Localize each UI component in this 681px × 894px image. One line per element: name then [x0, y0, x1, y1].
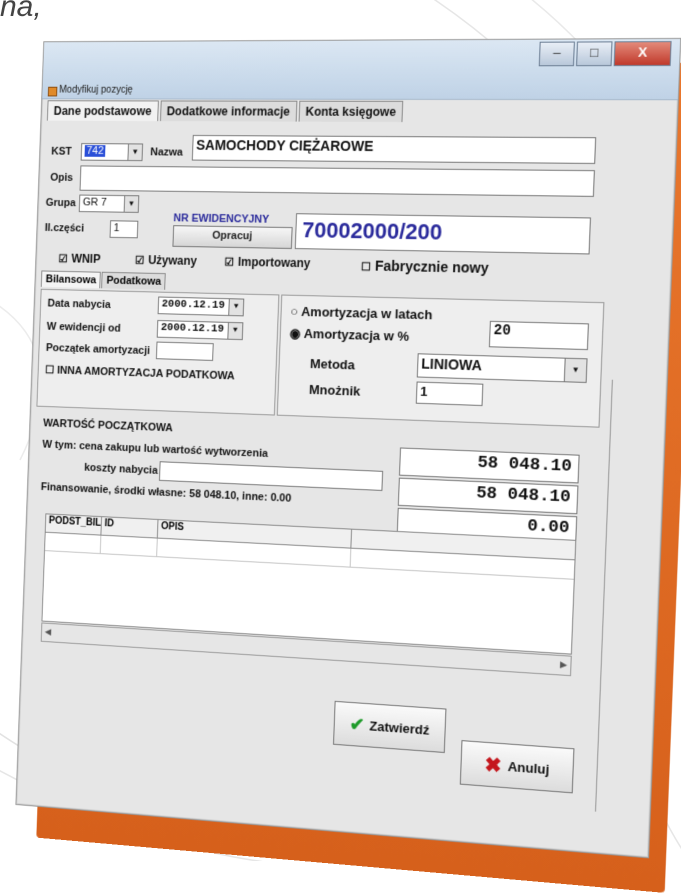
- metoda-value: LINIOWA: [421, 355, 483, 374]
- data-nabycia-value: 2000.12.19: [161, 298, 225, 312]
- wnip-checkbox[interactable]: ☑ WNIP: [58, 251, 101, 266]
- amortyzacja-procent-label: Amortyzacja w %: [303, 325, 410, 344]
- chevron-down-icon[interactable]: ▼: [227, 322, 243, 340]
- tab-dodatkowe-informacje[interactable]: Dodatkowe informacje: [159, 100, 298, 122]
- kst-combo[interactable]: 742 ▼: [80, 143, 144, 162]
- kst-value: 742: [84, 145, 106, 157]
- uzywany-checkbox[interactable]: ☑ Używany: [135, 253, 197, 268]
- window-title: Modyfikuj pozycję: [58, 84, 133, 96]
- close-button[interactable]: X: [613, 41, 672, 67]
- kst-label: KST: [51, 145, 72, 158]
- close-icon: ✖: [483, 753, 502, 778]
- nr-ewidencyjny-field[interactable]: 70002000/200: [294, 213, 591, 255]
- checkbox-unchecked-icon: ☐: [44, 364, 55, 377]
- checkbox-checked-icon: ☑: [134, 254, 145, 267]
- checkbox-unchecked-icon: ☐: [360, 261, 372, 274]
- cena-zakupu-label: W tym: cena zakupu lub wartość wytworzen…: [42, 438, 269, 460]
- w-ewidencji-label: W ewidencji od: [46, 320, 121, 335]
- uzywany-label: Używany: [147, 253, 198, 268]
- fabrycznie-label: Fabrycznie nowy: [374, 257, 489, 277]
- chevron-down-icon[interactable]: ▼: [127, 144, 143, 161]
- fabrycznie-nowy-checkbox[interactable]: ☐ Fabrycznie nowy: [361, 257, 489, 276]
- amortyzacja-procent-field[interactable]: 20: [488, 320, 589, 351]
- koszty-nabycia-label: koszty nabycia: [84, 461, 158, 477]
- metoda-label: Metoda: [309, 356, 356, 373]
- poczatek-amortyzacji-field[interactable]: [155, 341, 214, 361]
- radio-amortyzacja-procent[interactable]: ◉ Amortyzacja w %: [289, 326, 409, 345]
- modify-item-dialog: Modyfikuj pozycję – □ X Dane podstawowe …: [15, 37, 681, 859]
- anuluj-label: Anuluj: [507, 758, 550, 777]
- tab-podatkowa[interactable]: Podatkowa: [101, 271, 167, 290]
- mnoznik-label: Mnożnik: [308, 381, 361, 399]
- minimize-button[interactable]: –: [538, 41, 575, 67]
- chevron-down-icon[interactable]: ▼: [563, 358, 587, 382]
- vertical-scrollbar[interactable]: [594, 379, 630, 814]
- wnip-label: WNIP: [71, 251, 101, 266]
- koszty-nabycia-text[interactable]: [158, 461, 384, 491]
- grid-header-id[interactable]: ID: [101, 517, 159, 538]
- czesci-label: Il.części: [44, 222, 85, 235]
- check-icon: ✔: [349, 713, 365, 735]
- importowany-label: Importowany: [237, 254, 311, 271]
- grupa-value: GR 7: [82, 196, 108, 209]
- chevron-down-icon[interactable]: ▼: [228, 299, 244, 316]
- mnoznik-field[interactable]: 1: [415, 381, 484, 407]
- chevron-down-icon[interactable]: ▼: [123, 196, 139, 212]
- tab-konta-ksiegowe[interactable]: Konta księgowe: [298, 100, 404, 123]
- nr-ewidencyjny-label: NR EWIDENCYJNY: [173, 212, 270, 226]
- w-ewidencji-field[interactable]: 2000.12.19 ▼: [156, 320, 244, 341]
- data-nabycia-label: Data nabycia: [47, 297, 111, 311]
- importowany-checkbox[interactable]: ☑ Importowany: [224, 254, 311, 271]
- opis-label: Opis: [50, 171, 74, 184]
- zatwierdz-button[interactable]: ✔ Zatwierdź: [332, 700, 447, 754]
- data-nabycia-field[interactable]: 2000.12.19 ▼: [157, 296, 245, 317]
- grid-header-podst-bil[interactable]: PODST_BIL: [45, 514, 103, 535]
- checkbox-checked-icon: ☑: [58, 253, 68, 266]
- w-ewidencji-value: 2000.12.19: [160, 322, 225, 336]
- wartosc-poczatkowa-label: WARTOŚĆ POCZĄTKOWA: [42, 417, 174, 435]
- anuluj-button[interactable]: ✖ Anuluj: [459, 740, 575, 794]
- tab-dane-podstawowe[interactable]: Dane podstawowe: [46, 100, 159, 122]
- maximize-button[interactable]: □: [576, 41, 613, 67]
- zatwierdz-label: Zatwierdź: [369, 717, 430, 738]
- czesci-field[interactable]: 1: [109, 220, 139, 239]
- scroll-right-icon[interactable]: ▶: [560, 659, 568, 671]
- grupa-label: Grupa: [45, 197, 76, 210]
- nazwa-label: Nazwa: [150, 146, 184, 159]
- grupa-combo[interactable]: GR 7 ▼: [78, 194, 140, 213]
- opracuj-button[interactable]: Opracuj: [172, 225, 293, 249]
- app-icon: [47, 86, 58, 97]
- title-bar: Modyfikuj pozycję – □ X: [42, 38, 681, 101]
- nazwa-field[interactable]: SAMOCHODY CIĘŻAROWE: [191, 134, 597, 164]
- tab-bilansowa[interactable]: Bilansowa: [40, 270, 102, 289]
- opis-field[interactable]: [79, 165, 595, 197]
- checkbox-checked-icon: ☑: [224, 256, 235, 269]
- scroll-left-icon[interactable]: ◀: [45, 627, 52, 638]
